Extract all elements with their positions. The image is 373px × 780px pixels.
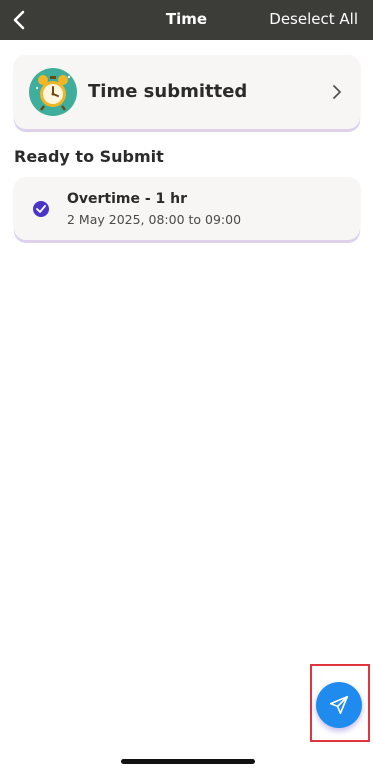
time-submitted-card[interactable]: Time submitted [14,55,360,129]
chevron-right-icon [333,85,341,99]
home-indicator [121,759,255,764]
send-icon [329,695,349,715]
item-datetime: 2 May 2025, 08:00 to 09:00 [67,212,242,227]
alarm-clock-icon [29,68,77,116]
deselect-all-button[interactable]: Deselect All [269,10,358,28]
item-title: Overtime - 1 hr [67,191,188,207]
list-item[interactable]: Overtime - 1 hr 2 May 2025, 08:00 to 09:… [14,177,360,240]
checkmark-icon [36,205,46,213]
submit-fab-button[interactable] [316,682,362,728]
time-submitted-label: Time submitted [88,81,248,102]
ready-to-submit-heading: Ready to Submit [14,147,164,166]
top-app-bar: Time Deselect All [0,0,373,40]
selected-checkbox[interactable] [33,201,49,217]
